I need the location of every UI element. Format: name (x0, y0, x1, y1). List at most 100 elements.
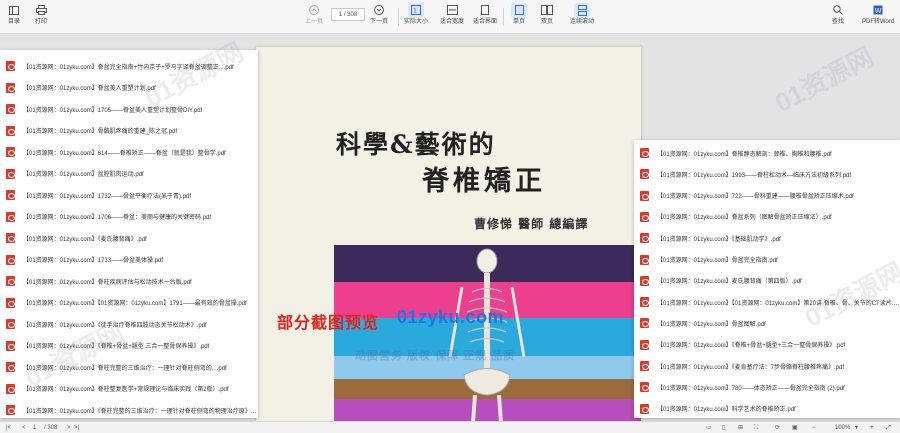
file-name: 【01资源网：01zyku.com】骨盆完全指南.pdf (657, 258, 778, 264)
file-list-item[interactable]: 【01资源网：01zyku.com】脊盆美人重塑计划.pdf (0, 78, 258, 98)
fullscreen-icon[interactable]: ⛶ (754, 423, 758, 433)
file-name: 【01资源网：01zyku.com】《脊椎+骨盆+腿型 三合一整骨保养操》.pd… (23, 344, 210, 350)
file-list-item[interactable]: 【01资源网：01zyku.com】骨盆完全指南.pdf (634, 250, 900, 270)
continuous-scroll-icon (574, 3, 590, 18)
fit-icon[interactable]: ▣ (792, 423, 798, 433)
zoom-in-button[interactable]: + (870, 423, 874, 433)
file-list-item[interactable]: 【01资源网：01zyku.com】1993——脊柱松动术—临床方法初级系列.p… (634, 164, 900, 184)
file-list-item[interactable]: 【01资源网：01zyku.com】骨骼肌疼痛的重建_陈之冠.pdf (0, 121, 258, 141)
pdf-file-icon (640, 339, 649, 350)
fit-width-button[interactable]: 适合宽度 (440, 3, 464, 26)
pdf-to-word-button[interactable]: W PDF转Word (862, 3, 894, 26)
double-page-button[interactable]: 双页 (539, 3, 555, 26)
next-page-icon[interactable]: > (67, 423, 71, 433)
document-viewport[interactable]: 科學&藝術的 脊椎矯正 曹修悌 醫師 總編譯 【01资源网：01zyku.com… (0, 35, 900, 421)
file-list-item[interactable]: 【01资源网：01zyku.com】【01资源网：01zyku.com】第20讲… (634, 292, 900, 312)
continuous-scroll-label: 连续滚动 (570, 19, 595, 25)
actual-size-icon: 1 (408, 3, 424, 18)
file-list-item[interactable]: 【01资源网：01zyku.com】《徒手治疗脊椎四肢动态关节松动术》.pdf (0, 314, 258, 334)
page-number-input[interactable]: 1 / 308 (331, 8, 365, 21)
file-name: 【01资源网：01zyku.com】脊盆系列（图解骨盆矫正压缩法）.pdf (657, 215, 832, 222)
file-list-item[interactable]: 【01资源网：01zyku.com】614——脊椎矫正——脊盆（就是我）整骨学.… (0, 142, 258, 162)
file-list-item[interactable]: 【01资源网：01zyku.com】1733——骨盆美体操.pdf (0, 250, 258, 270)
zoom-dropdown-icon[interactable]: ▾ (855, 423, 858, 433)
file-list-item[interactable]: 【01资源网：01zyku.com】《脊椎+骨盆+腿型+三合一整骨保养操》.pd… (634, 335, 900, 355)
file-name: 【01资源网：01zyku.com】脊柱完整的三维治疗：一理针对脊柱侧弯的...… (23, 365, 227, 372)
pdf-file-icon (640, 169, 649, 180)
view-mode-icon[interactable]: ▭ (706, 423, 712, 433)
file-list-item[interactable]: 【01资源网：01zyku.com】脊柱疾病评估与松动技术一台版.pdf (0, 271, 258, 291)
file-list-item[interactable]: 【01资源网：01zyku.com】1706——脊盆：美丽与健康的关键密码.pd… (0, 207, 258, 227)
cover-title-line2: 脊椎矯正 (422, 166, 546, 197)
pdf-file-icon (6, 61, 15, 71)
file-name: 【01资源网：01zyku.com】614——脊椎矫正——脊盆（就是我）整骨学.… (23, 150, 226, 157)
watermark-subtext: 动图营务 版权 保障 正规 品质 (355, 350, 516, 362)
view-mode-icon[interactable]: ⊞ (738, 423, 743, 433)
file-list-item[interactable]: 【01资源网：01zyku.com】《麦氏腰背痛》.pdf (0, 228, 258, 248)
file-list-item[interactable]: 【01资源网：01zyku.com】麦氏腰背痛（第四版）.pdf (634, 271, 900, 291)
file-list-item[interactable]: 【01资源网：01zyku.com】脊盆完全指南+竹内京子+罗马字译脊盆调整正.… (0, 56, 258, 76)
file-list-item[interactable]: 【01资源网：01zyku.com】脊柱整复医学+常规理论与临床实践（第2版）.… (0, 379, 258, 399)
file-name: 【01资源网：01zyku.com】《麦肯基疗法：7步骨骼脊柱腰椎疼痛》.pdf (657, 364, 845, 371)
view-mode-icon[interactable]: ▯ (722, 423, 725, 433)
single-page-label: 单页 (512, 19, 525, 25)
first-page-icon[interactable]: |< (6, 423, 11, 433)
fit-page-button[interactable]: 适合界面 (473, 3, 497, 26)
double-page-icon (539, 3, 555, 18)
file-list-item[interactable]: 【01资源网：01zyku.com】《脊柱完整的三维治疗：一理针对脊柱侧弯的物理… (0, 400, 258, 418)
file-name: 【01资源网：01zyku.com】脊盆美人重塑计划.pdf (23, 86, 156, 92)
prev-page-button[interactable]: 上一页 (305, 3, 323, 26)
left-file-list: 【01资源网：01zyku.com】脊盆完全指南+竹内京子+罗马字译脊盆调整正.… (0, 50, 258, 418)
file-list-item[interactable]: 【01资源网：01zyku.com】1732——骨盆平衡疗法(吴于青).pdf (0, 185, 258, 205)
last-page-icon[interactable]: >| (74, 423, 79, 433)
single-page-icon (511, 3, 527, 18)
file-list-item[interactable]: 【01资源网：01zyku.com】722——骨科重建——腰椎骨盆矫正压缩术.p… (634, 186, 900, 206)
continuous-scroll-button[interactable]: 连续滚动 (570, 3, 594, 26)
file-list-item[interactable]: 【01资源网：01zyku.com】脊盆系列（图解骨盆矫正压缩法）.pdf (634, 207, 900, 227)
file-list-item[interactable]: 【01资源网：01zyku.com】盆腔肌肉运动.pdf (0, 164, 258, 184)
file-list-item[interactable]: 【01资源网：01zyku.com】科学艺术的脊椎矫正.pdf (634, 399, 900, 418)
svg-text:1: 1 (413, 8, 417, 15)
file-name: 【01资源网：01zyku.com】《徒手治疗脊椎四肢动态关节松动术》.pdf (23, 322, 207, 329)
file-list-item[interactable]: 【01资源网：01zyku.com】脊柱完整的三维治疗：一理针对脊柱侧弯的...… (0, 357, 258, 377)
print-button[interactable]: 打印 (33, 3, 49, 26)
single-page-button[interactable]: 单页 (511, 3, 527, 26)
pdf-file-icon (640, 148, 649, 158)
status-page-input[interactable]: 1 (33, 423, 36, 433)
next-page-button[interactable]: 下一页 (370, 3, 388, 26)
file-list-item[interactable]: 【01资源网：01zyku.com】780——体态矫正——骨盆完全指南 (2).… (634, 377, 900, 397)
zoom-level[interactable]: 100% (835, 423, 850, 433)
file-list-item[interactable]: 【01资源网：01zyku.com】《基础肌动学》.pdf (634, 228, 900, 248)
file-name: 【01资源网：01zyku.com】脊椎静态解剖：颈椎、胸椎和腰椎.pdf (657, 151, 832, 158)
file-name: 【01资源网：01zyku.com】722——骨科重建——腰椎骨盆矫正压缩术.p… (657, 194, 854, 201)
fullscreen-button[interactable]: ⤢ (886, 423, 891, 433)
actual-size-button[interactable]: 1 实际大小 (404, 3, 428, 26)
pdf-file-icon (6, 125, 15, 136)
file-list-item[interactable]: 【01资源网：01zyku.com】《麦肯基疗法：7步骨骼脊柱腰椎疼痛》.pdf (634, 356, 900, 376)
prev-page-icon[interactable]: < (22, 423, 26, 433)
file-name: 【01资源网：01zyku.com】【01资源网：01zyku.com】第20讲… (657, 300, 900, 307)
file-list-item[interactable]: 【01资源网：01zyku.com】1705——脊盆美人重塑计划整骨DIY.pd… (0, 99, 258, 119)
file-name: 【01资源网：01zyku.com】骨盆图解.pdf (657, 321, 766, 328)
zoom-out-button[interactable]: − (812, 423, 816, 433)
pdf-to-word-label: PDF转Word (862, 19, 895, 25)
file-list-item[interactable]: 【01资源网：01zyku.com】【01资源网：01zyku.com】1791… (0, 293, 258, 313)
fit-width-icon (444, 3, 460, 18)
pdf-file-icon (640, 382, 649, 393)
pdf-file-icon (640, 275, 649, 286)
file-list-item[interactable]: 【01资源网：01zyku.com】脊椎静态解剖：颈椎、胸椎和腰椎.pdf (634, 143, 900, 163)
file-name: 【01资源网：01zyku.com】1706——脊盆：美丽与健康的关键密码.pd… (23, 215, 212, 221)
file-list-item[interactable]: 【01资源网：01zyku.com】骨盆图解.pdf (634, 313, 900, 333)
catalog-button[interactable]: 目录 (6, 3, 22, 26)
status-page-total: / 308 (44, 425, 58, 431)
rotate-icon[interactable]: ⟳ (775, 423, 780, 433)
file-name: 【01资源网：01zyku.com】脊盆完全指南+竹内京子+罗马字译脊盆调整正.… (23, 64, 234, 71)
double-page-label: 双页 (540, 19, 553, 25)
file-name: 【01资源网：01zyku.com】脊柱整复医学+常规理论与临床实践（第2版）.… (23, 387, 229, 393)
search-button[interactable]: 查找 (830, 3, 846, 26)
file-name: 【01资源网：01zyku.com】《麦氏腰背痛》.pdf (23, 236, 147, 243)
file-name: 【01资源网：01zyku.com】脊柱疾病评估与松动技术一台版.pdf (23, 279, 192, 286)
pdf-file-icon (6, 104, 15, 114)
actual-size-label: 实际大小 (404, 19, 429, 25)
file-list-item[interactable]: 【01资源网：01zyku.com】《脊椎+骨盆+腿型 三合一整骨保养操》.pd… (0, 336, 258, 356)
